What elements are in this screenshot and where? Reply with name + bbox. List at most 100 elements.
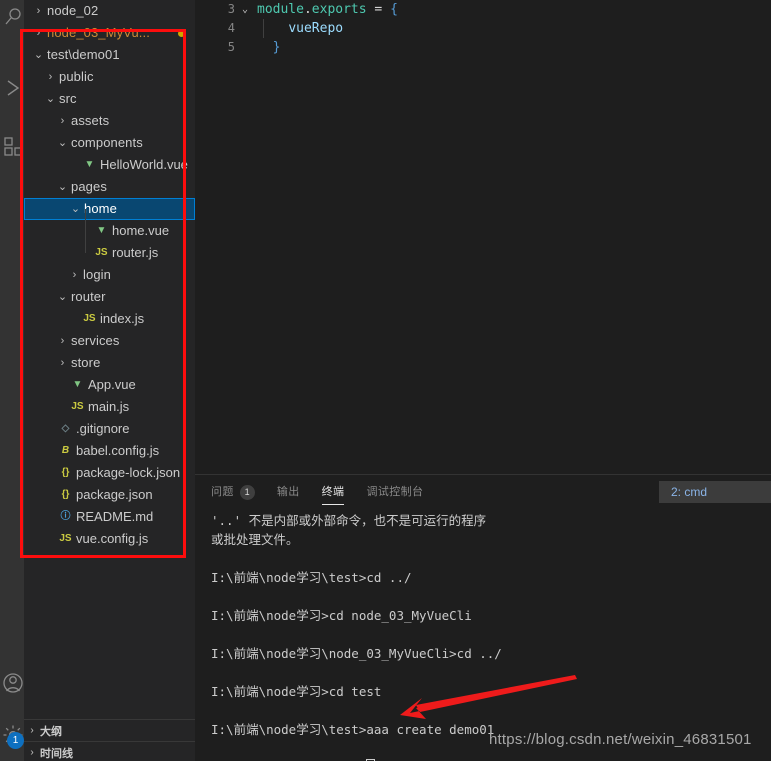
terminal-selector-dropdown[interactable]: 2: cmd <box>659 481 771 503</box>
panel-tab[interactable]: 调试控制台 <box>366 475 423 510</box>
chevron-right-icon[interactable]: › <box>56 352 69 374</box>
json-file-icon: {} <box>61 489 70 500</box>
line-number: 5 <box>227 40 235 54</box>
panel-tab[interactable]: 问题 1 <box>211 475 255 510</box>
search-icon[interactable] <box>0 4 24 30</box>
tree-item[interactable]: ◇ .gitignore <box>24 418 195 440</box>
tree-item-label: .gitignore <box>76 421 130 436</box>
js-file-icon: JS <box>71 401 84 412</box>
tree-item[interactable]: › store <box>24 352 195 374</box>
fold-chevron-down-icon[interactable]: ⌄ <box>242 0 248 19</box>
code-text: vueRepo <box>257 19 343 38</box>
tree-item-label: pages <box>71 179 107 194</box>
tree-item-label: test\demo01 <box>47 47 120 62</box>
tree-item-label: README.md <box>76 509 154 524</box>
tree-item[interactable]: ⓘ README.md <box>24 506 195 528</box>
tree-item[interactable]: ▼ HelloWorld.vue <box>24 154 195 176</box>
panel-tab[interactable]: 终端 <box>321 475 345 510</box>
tree-item[interactable]: ⌄ test\demo01 <box>24 44 195 66</box>
tree-item[interactable]: {} package-lock.json <box>24 462 195 484</box>
code-token: . <box>303 2 312 17</box>
tree-item[interactable]: ▼ App.vue <box>24 374 195 396</box>
tree-item-label: router.js <box>112 245 159 260</box>
code-editor[interactable]: 3 ⌄ module.exports = {4 vueRepo 5 } <box>195 0 771 474</box>
chevron-down-icon[interactable]: ⌄ <box>44 88 57 110</box>
code-token: { <box>390 2 398 17</box>
tree-item[interactable]: ⌄ pages <box>24 176 195 198</box>
chevron-down-icon[interactable]: ⌄ <box>56 132 69 154</box>
chevron-down-icon[interactable]: ⌄ <box>69 198 82 220</box>
tree-item-label: App.vue <box>88 377 136 392</box>
code-area[interactable]: 3 ⌄ module.exports = {4 vueRepo 5 } <box>195 0 771 57</box>
tree-indent-guide <box>85 209 86 253</box>
code-token: module <box>257 2 304 17</box>
js-file-icon: JS <box>95 247 108 258</box>
tree-item[interactable]: JS index.js <box>24 308 195 330</box>
chevron-right-icon[interactable]: › <box>32 22 45 44</box>
tree-item[interactable]: › public <box>24 66 195 88</box>
chevron-right-icon[interactable]: › <box>44 66 57 88</box>
tree-item[interactable]: JS vue.config.js <box>24 528 195 550</box>
tree-item[interactable]: ⌄ components <box>24 132 195 154</box>
chevron-down-icon[interactable]: ⌄ <box>56 286 69 308</box>
tree-item-label: home <box>84 201 117 216</box>
tree-item[interactable]: › login <box>24 264 195 286</box>
chevron-down-icon[interactable]: ⌄ <box>56 176 69 198</box>
tree-item-label: src <box>59 91 77 106</box>
git-file-icon: ◇ <box>61 423 70 434</box>
tree-item[interactable]: ⌄ src <box>24 88 195 110</box>
tree-item[interactable]: {} package.json <box>24 484 195 506</box>
tree-item-label: components <box>71 135 143 150</box>
js-file-icon: JS <box>59 533 72 544</box>
code-line: 5 } <box>195 38 771 57</box>
tree-item[interactable]: Bbabel.config.js <box>24 440 195 462</box>
tree-item[interactable]: › node_02 <box>24 0 195 22</box>
extensions-icon[interactable] <box>0 133 24 159</box>
sidebar-section-outline[interactable]: › 大纲 <box>24 719 195 741</box>
sidebar-section-label: 大纲 <box>40 725 62 738</box>
terminal-output[interactable]: '..' 不是内部或外部命令，也不是可运行的程序 或批处理文件。 I:\前端\no… <box>211 511 767 761</box>
chevron-right-icon[interactable]: › <box>68 264 81 286</box>
tree-item[interactable]: › services <box>24 330 195 352</box>
panel-tab-label: 调试控制台 <box>366 486 424 498</box>
tree-item[interactable]: › node_03_MyVu... <box>24 22 195 44</box>
watermark-text: https://blog.csdn.net/weixin_46831501 <box>489 731 752 748</box>
vue-file-icon: ▼ <box>96 225 107 236</box>
tree-item-selected[interactable]: ⌄ home <box>24 198 195 220</box>
panel-tab-label: 输出 <box>276 486 300 498</box>
sidebar-section-timeline[interactable]: › 时间线 <box>24 741 195 761</box>
tree-item[interactable]: JS main.js <box>24 396 195 418</box>
tree-item[interactable]: ▼ home.vue <box>24 220 195 242</box>
md-file-icon: ⓘ <box>60 511 71 522</box>
panel-tab[interactable]: 输出 <box>277 475 300 510</box>
code-text: } <box>257 38 281 57</box>
terminal-line: I:\前端\node学习>cd test <box>211 684 382 699</box>
tree-item[interactable]: › assets <box>24 110 195 132</box>
tree-item-label: login <box>83 267 111 282</box>
bottom-panel: 问题 1 输出 终端 调试控制台 2: cmd '..' 不是内部或外部命令，也不是可运… <box>195 474 771 761</box>
explorer-sidebar: › node_02 › node_03_MyVu... ⌄ test\demo01 › pub… <box>24 0 195 761</box>
chevron-right-icon[interactable]: › <box>56 110 69 132</box>
panel-tab-label: 问题 <box>211 486 234 498</box>
vscode-window: 1 › node_02 › node_03_MyVu... ⌄ test\demo01 › p… <box>0 0 771 761</box>
tree-item-label: router <box>71 289 106 304</box>
chevron-down-icon[interactable]: ⌄ <box>32 44 45 66</box>
tree-item-label: package.json <box>76 487 153 502</box>
line-number: 4 <box>227 21 235 35</box>
js-file-icon: JS <box>83 313 96 324</box>
chevron-right-icon: › <box>30 747 34 758</box>
chevron-right-icon[interactable]: › <box>32 0 45 22</box>
json-file-icon: {} <box>61 467 70 478</box>
account-icon[interactable] <box>0 670 24 696</box>
vue-file-icon: ▼ <box>84 159 95 170</box>
file-tree[interactable]: › node_02 › node_03_MyVu... ⌄ test\demo01 › pub… <box>24 0 195 700</box>
vue-file-icon: ▼ <box>72 379 83 390</box>
activity-bar: 1 <box>0 0 24 761</box>
run-debug-icon[interactable] <box>0 75 24 101</box>
tree-item[interactable]: JS router.js <box>24 242 195 264</box>
chevron-right-icon[interactable]: › <box>56 330 69 352</box>
tree-item[interactable]: ⌄ router <box>24 286 195 308</box>
